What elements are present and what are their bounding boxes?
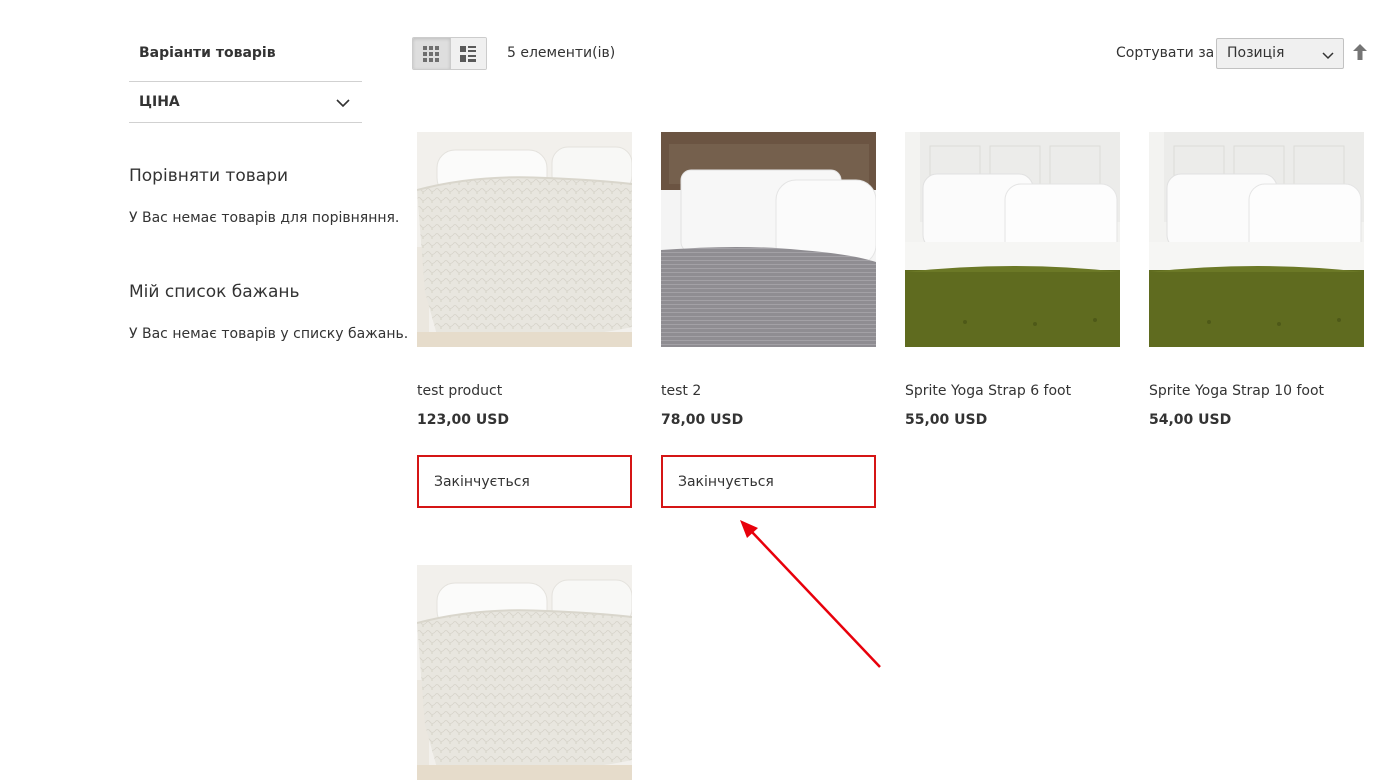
product-price: 123,00 USD (417, 412, 509, 428)
expiring-badge-label: Закінчується (434, 474, 530, 490)
grid-view-icon (423, 45, 440, 62)
list-view-icon (460, 45, 477, 62)
product-price: 78,00 USD (661, 412, 744, 428)
view-mode-switcher (412, 37, 487, 70)
grid-view-button[interactable] (413, 38, 450, 69)
product-image[interactable] (417, 565, 632, 780)
product-image[interactable] (661, 132, 876, 347)
product-name[interactable]: test 2 (661, 383, 701, 399)
sort-direction-arrow-up-icon[interactable] (1353, 44, 1367, 60)
list-view-button[interactable] (449, 38, 486, 69)
wishlist-title: Мій список бажань (129, 282, 300, 302)
product-price: 54,00 USD (1149, 412, 1232, 428)
expiring-badge-button[interactable]: Закінчується (661, 455, 876, 508)
product-image[interactable] (1149, 132, 1364, 347)
product-name[interactable]: test product (417, 383, 502, 399)
product-image[interactable] (417, 132, 632, 347)
toolbar-amount: 5 елементи(ів) (507, 45, 616, 61)
product-name[interactable]: Sprite Yoga Strap 10 foot (1149, 383, 1324, 399)
chevron-down-icon (1322, 52, 1334, 60)
sort-label: Сортувати за (1116, 45, 1215, 61)
filter-price-label: ЦІНА (139, 94, 180, 110)
wishlist-empty-text: У Вас немає товарів у списку бажань. (129, 326, 409, 342)
chevron-down-icon (336, 99, 350, 108)
expiring-badge-label: Закінчується (678, 474, 774, 490)
expiring-badge-button[interactable]: Закінчується (417, 455, 632, 508)
sort-select-value: Позиція (1227, 45, 1285, 61)
sort-select[interactable]: Позиція (1216, 38, 1344, 69)
product-name[interactable]: Sprite Yoga Strap 6 foot (905, 383, 1071, 399)
compare-empty-text: У Вас немає товарів для порівняння. (129, 210, 400, 226)
product-price: 55,00 USD (905, 412, 988, 428)
filter-title: Варіанти товарів (139, 45, 276, 61)
filter-price-toggle[interactable]: ЦІНА (129, 81, 362, 123)
compare-title: Порівняти товари (129, 166, 288, 186)
product-image[interactable] (905, 132, 1120, 347)
